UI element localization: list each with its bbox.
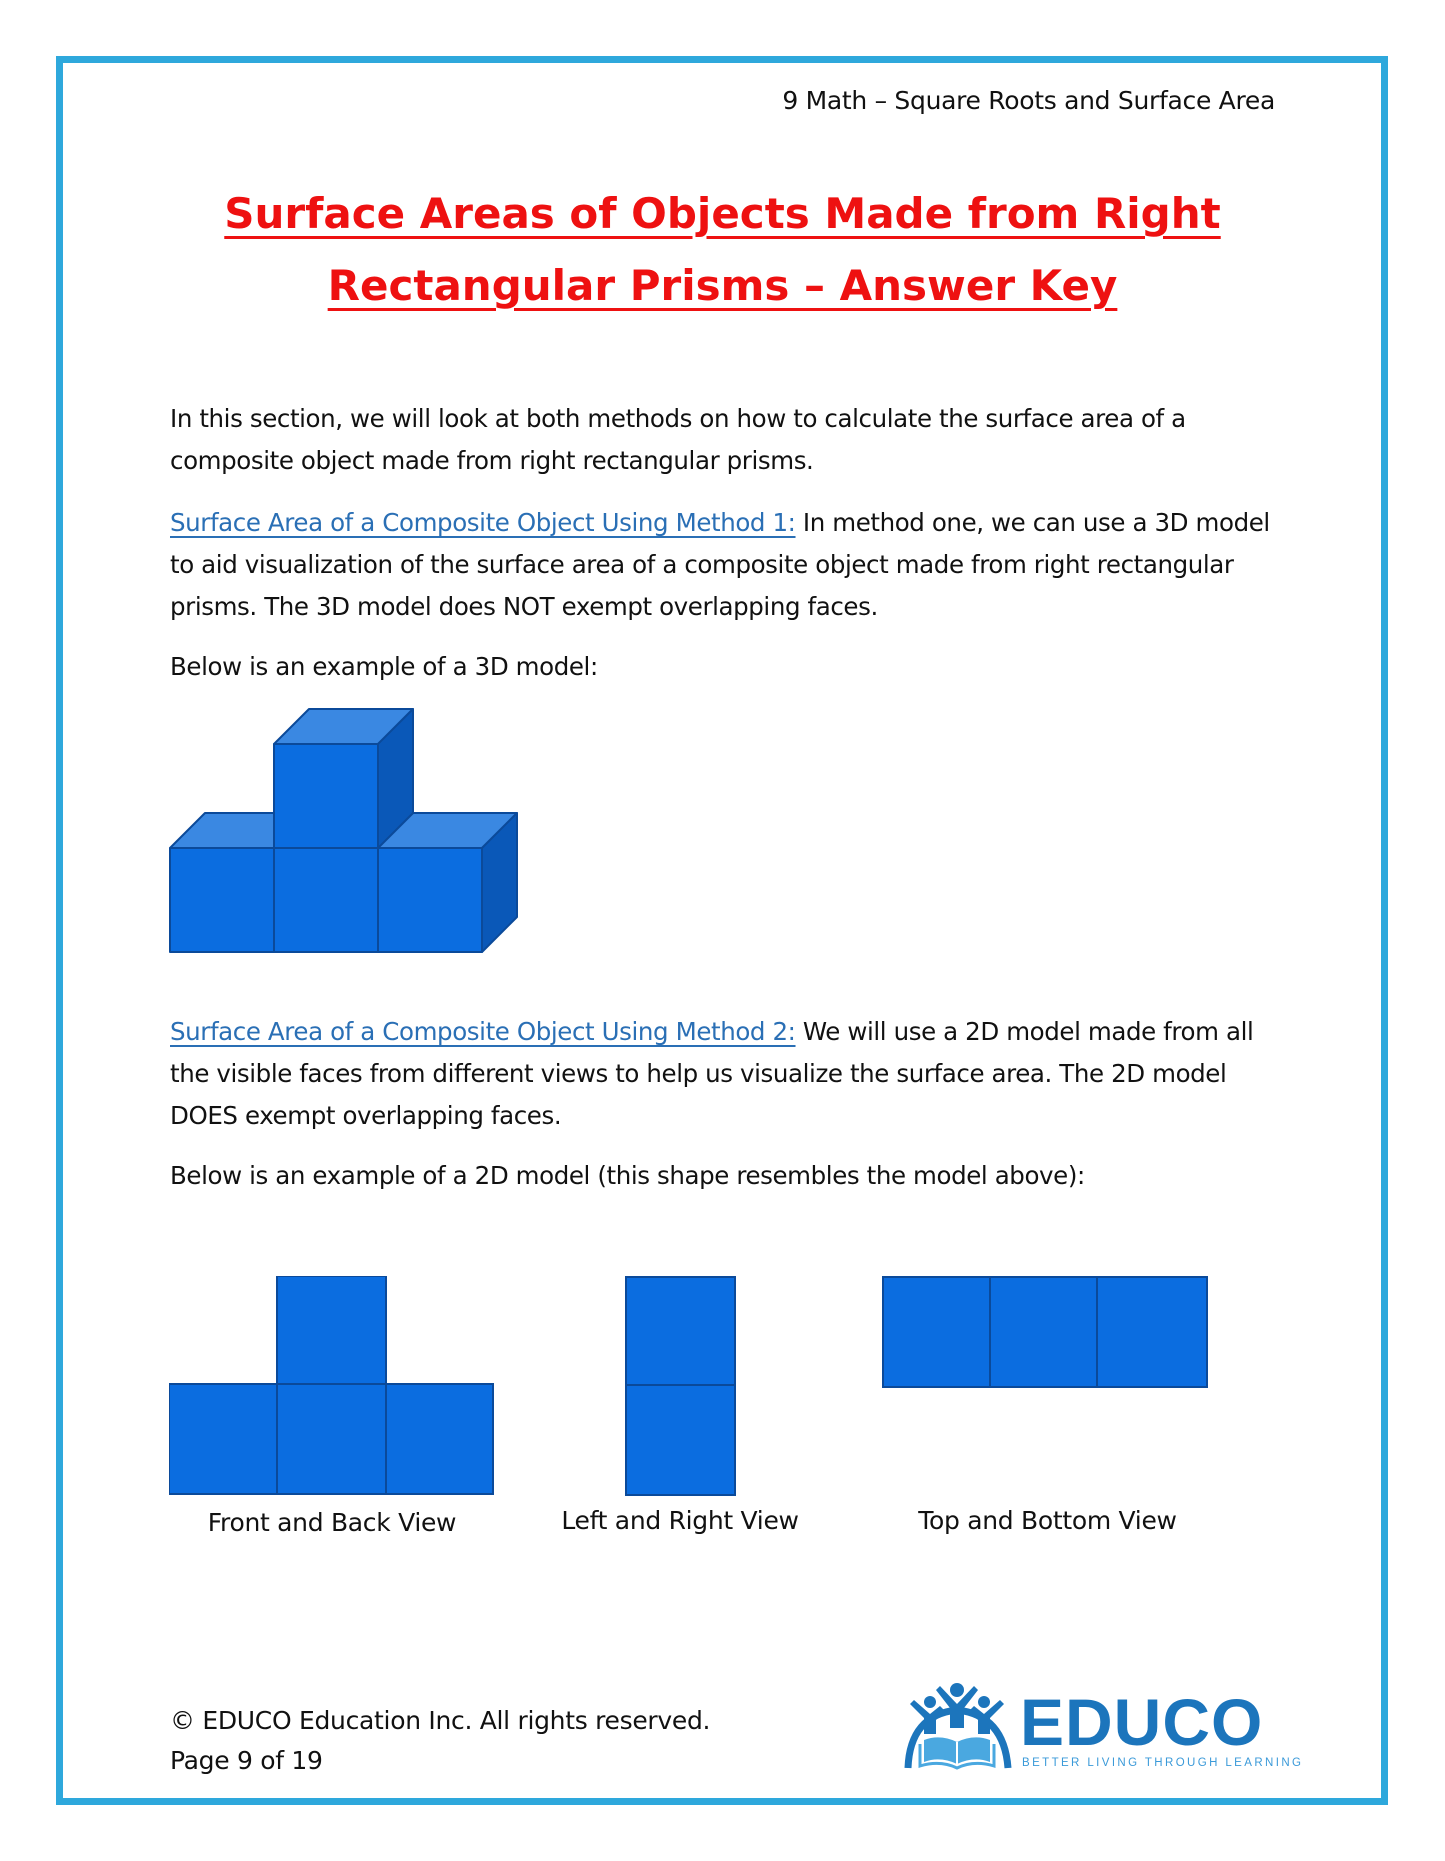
method-2-example-caption: Below is an example of a 2D model (this … [170, 1161, 1085, 1190]
top-view-left-square [882, 1276, 991, 1388]
educo-logo: EDUCO BETTER LIVING THROUGH LEARNING [900, 1680, 1301, 1775]
method-1-example-caption: Below is an example of a 3D model: [170, 652, 598, 681]
3d-model-figure [169, 708, 518, 953]
top-view-right-square [1096, 1276, 1208, 1388]
method-1-link[interactable]: Surface Area of a Composite Object Using… [170, 508, 796, 537]
top-bottom-view-figure [882, 1276, 1208, 1388]
page-title-line-1: Surface Areas of Objects Made from Right [224, 189, 1221, 238]
side-view-top-square [625, 1276, 736, 1386]
page-title-line-2: Rectangular Prisms – Answer Key [327, 261, 1118, 310]
left-right-view-label: Left and Right View [561, 1506, 799, 1535]
educo-logo-tagline: BETTER LIVING THROUGH LEARNING [1022, 1757, 1304, 1769]
front-back-view-figure [169, 1276, 494, 1495]
educo-logo-wordmark: EDUCO [1020, 1685, 1264, 1759]
copyright-notice: © EDUCO Education Inc. All rights reserv… [170, 1706, 711, 1735]
front-view-middle-square [276, 1383, 387, 1495]
running-header: 9 Math – Square Roots and Surface Area [782, 86, 1275, 115]
method-2-paragraph: Surface Area of a Composite Object Using… [170, 1011, 1280, 1137]
method-1-paragraph: Surface Area of a Composite Object Using… [170, 502, 1280, 628]
front-view-top-square [276, 1276, 387, 1385]
method-2-link[interactable]: Surface Area of a Composite Object Using… [170, 1017, 796, 1046]
left-right-view-figure [625, 1276, 736, 1496]
cube-bottom-right-front-face [377, 847, 483, 953]
front-view-left-square [169, 1383, 278, 1495]
educo-people-book-icon [904, 1683, 1012, 1770]
top-bottom-view-label: Top and Bottom View [918, 1506, 1177, 1535]
page-number: Page 9 of 19 [170, 1746, 323, 1775]
cube-bottom-left-front-face [169, 847, 275, 953]
page-title: Surface Areas of Objects Made from Right… [0, 178, 1445, 322]
cube-bottom-middle-front-face [273, 847, 379, 953]
front-view-right-square [385, 1383, 494, 1495]
cube-top-middle-front-face [273, 743, 379, 849]
side-view-bottom-square [625, 1384, 736, 1496]
top-view-middle-square [989, 1276, 1098, 1388]
front-back-view-label: Front and Back View [207, 1508, 457, 1537]
intro-paragraph: In this section, we will look at both me… [170, 404, 1186, 475]
